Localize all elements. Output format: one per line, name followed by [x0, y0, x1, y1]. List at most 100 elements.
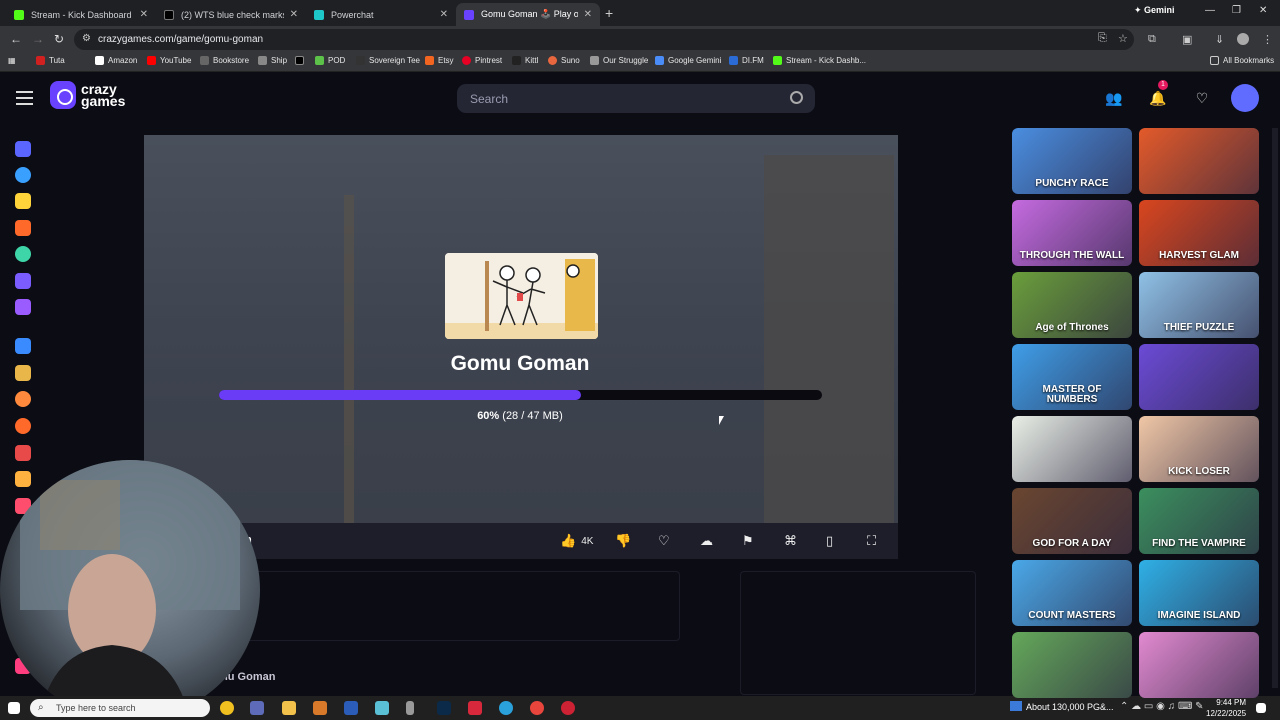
- game-tile[interactable]: Age of Thrones: [1012, 272, 1132, 338]
- url-field[interactable]: ⚙ crazygames.com/game/gomu-goman ⎘ ☆: [74, 29, 1134, 50]
- cloud-save-button[interactable]: ☁: [700, 532, 713, 550]
- new-sparkle-icon[interactable]: [15, 193, 31, 209]
- profile-icon[interactable]: [1237, 33, 1249, 45]
- tab-gomu-goman[interactable]: Gomu Goman 🕹️ Play on Craz ✕: [456, 3, 600, 26]
- game-tile[interactable]: GOD FOR A DAY: [1012, 488, 1132, 554]
- like-button[interactable]: 👍 4K: [560, 532, 593, 550]
- fullscreen-button[interactable]: ⛶: [867, 532, 876, 550]
- clock[interactable]: 9:44 PM 12/22/2025: [1206, 697, 1246, 719]
- menu-icon[interactable]: ⋮: [1262, 33, 1273, 46]
- friends-icon[interactable]: 👥: [1101, 85, 1127, 111]
- notifications-icon[interactable]: 🔔: [1145, 85, 1171, 111]
- notepad-icon[interactable]: [375, 701, 389, 715]
- apps-icon[interactable]: ▦: [8, 56, 16, 65]
- game-tile[interactable]: FIND THE VAMPIRE: [1139, 488, 1259, 554]
- game-tile[interactable]: [1012, 632, 1132, 698]
- game-tile[interactable]: [1139, 344, 1259, 410]
- app-icon[interactable]: [468, 701, 482, 715]
- install-icon[interactable]: ⎘: [1098, 32, 1107, 45]
- forward-icon[interactable]: →: [32, 32, 44, 46]
- news-ticker[interactable]: About 130,000 PG&...: [1026, 702, 1114, 712]
- bookmark-our-struggle[interactable]: Our Struggle: [590, 56, 648, 65]
- game-tile[interactable]: KICK LOSER: [1139, 416, 1259, 482]
- favorite-button[interactable]: ♡: [658, 532, 670, 550]
- taskbar-search[interactable]: ⌕ Type here to search: [30, 699, 210, 717]
- multiplayer-icon[interactable]: [15, 299, 31, 315]
- action-icon[interactable]: [15, 365, 31, 381]
- tab-kick-dashboard[interactable]: Stream - Kick Dashboard ✕: [6, 3, 156, 26]
- game-tile[interactable]: [1139, 632, 1259, 698]
- recent-icon[interactable]: [15, 167, 31, 183]
- bookmark-etsy[interactable]: Etsy: [425, 56, 454, 65]
- game-tile[interactable]: COUNT MASTERS: [1012, 560, 1132, 626]
- two-player-icon[interactable]: [15, 338, 31, 354]
- minimize-icon[interactable]: —: [1205, 5, 1215, 16]
- bookmark-suno[interactable]: Suno: [548, 56, 580, 65]
- all-bookmarks[interactable]: All Bookmarks: [1210, 56, 1274, 65]
- crazygames-logo[interactable]: crazy games: [50, 81, 125, 109]
- report-button[interactable]: ⚑: [742, 532, 754, 550]
- start-icon[interactable]: [8, 702, 20, 714]
- bookmark-youtube[interactable]: YouTube: [147, 56, 191, 65]
- game-tile[interactable]: IMAGINE ISLAND: [1139, 560, 1259, 626]
- bike-icon[interactable]: [15, 471, 31, 487]
- updated-icon[interactable]: [15, 246, 31, 262]
- site-info-icon[interactable]: ⚙: [82, 33, 91, 44]
- dislike-button[interactable]: 👎: [615, 532, 631, 550]
- adventure-icon[interactable]: [15, 391, 31, 407]
- bookmark-pod[interactable]: POD: [315, 56, 345, 65]
- basketball-icon[interactable]: [15, 418, 31, 434]
- close-icon[interactable]: ✕: [440, 9, 448, 20]
- close-icon[interactable]: ✕: [140, 9, 148, 20]
- game-tile[interactable]: PUNCHY RACE: [1012, 128, 1132, 194]
- trending-fire-icon[interactable]: [15, 220, 31, 236]
- downloads-icon[interactable]: ⇓: [1215, 33, 1224, 46]
- originals-icon[interactable]: [15, 273, 31, 289]
- page-scrollbar[interactable]: [1272, 128, 1278, 688]
- home-icon[interactable]: [15, 141, 31, 157]
- microphone-icon[interactable]: [406, 701, 414, 715]
- reload-icon[interactable]: ↻: [54, 32, 64, 46]
- menu-toggle-icon[interactable]: [16, 91, 33, 109]
- bookmark-x[interactable]: [295, 56, 308, 65]
- close-icon[interactable]: ✕: [290, 9, 298, 20]
- back-icon[interactable]: ←: [10, 32, 22, 46]
- word-icon[interactable]: [344, 701, 358, 715]
- bookmark-sovereign-tee[interactable]: Sovereign Tee: [356, 56, 420, 65]
- bookmark-bookstore[interactable]: Bookstore: [200, 56, 249, 65]
- new-tab-button[interactable]: +: [605, 5, 613, 21]
- search-icon[interactable]: [790, 91, 803, 104]
- mobile-button[interactable]: ▯: [826, 532, 833, 550]
- photoshop-icon[interactable]: [437, 701, 451, 715]
- avatar[interactable]: [1231, 84, 1259, 112]
- obs-icon[interactable]: [561, 701, 575, 715]
- bookmark-pintrest[interactable]: Pintrest: [462, 56, 502, 65]
- bookmark-amazon[interactable]: Amazon: [95, 56, 137, 65]
- game-tile[interactable]: THIEF PUZZLE: [1139, 272, 1259, 338]
- system-tray-icons[interactable]: ⌃ ☁ ▭ ◉ ♫ ⌨ ✎: [1120, 701, 1204, 712]
- close-icon[interactable]: ✕: [584, 9, 592, 20]
- bookmark-tuta[interactable]: Tuta: [36, 56, 65, 65]
- restore-icon[interactable]: ❐: [1232, 5, 1241, 16]
- app-icon[interactable]: [313, 701, 327, 715]
- telegram-icon[interactable]: [499, 701, 513, 715]
- bookmark-google-gemini[interactable]: Google Gemini: [655, 56, 721, 65]
- bookmark-star-icon[interactable]: ☆: [1118, 32, 1128, 45]
- beauty-icon[interactable]: [15, 445, 31, 461]
- file-explorer-icon[interactable]: [282, 701, 296, 715]
- tab-x-post[interactable]: (2) WTS blue check marks on X ✕: [156, 3, 306, 26]
- bookmark-kittl[interactable]: Kittl: [512, 56, 538, 65]
- tab-powerchat[interactable]: Powerchat ✕: [306, 3, 456, 26]
- gemini-button[interactable]: ✦ Gemini: [1134, 5, 1175, 16]
- window-close-icon[interactable]: ✕: [1259, 5, 1267, 16]
- embed-button[interactable]: ⌘: [784, 532, 797, 550]
- chrome-icon[interactable]: [530, 701, 544, 715]
- notification-center-icon[interactable]: [1256, 703, 1266, 713]
- game-tile[interactable]: [1012, 416, 1132, 482]
- favorites-heart-icon[interactable]: ♡: [1189, 85, 1215, 111]
- game-tile[interactable]: THROUGH THE WALL: [1012, 200, 1132, 266]
- emoji-icon[interactable]: [220, 701, 234, 715]
- game-tile[interactable]: HARVEST GLAM: [1139, 200, 1259, 266]
- bookmark-ship[interactable]: Ship: [258, 56, 287, 65]
- calculator-icon[interactable]: [250, 701, 264, 715]
